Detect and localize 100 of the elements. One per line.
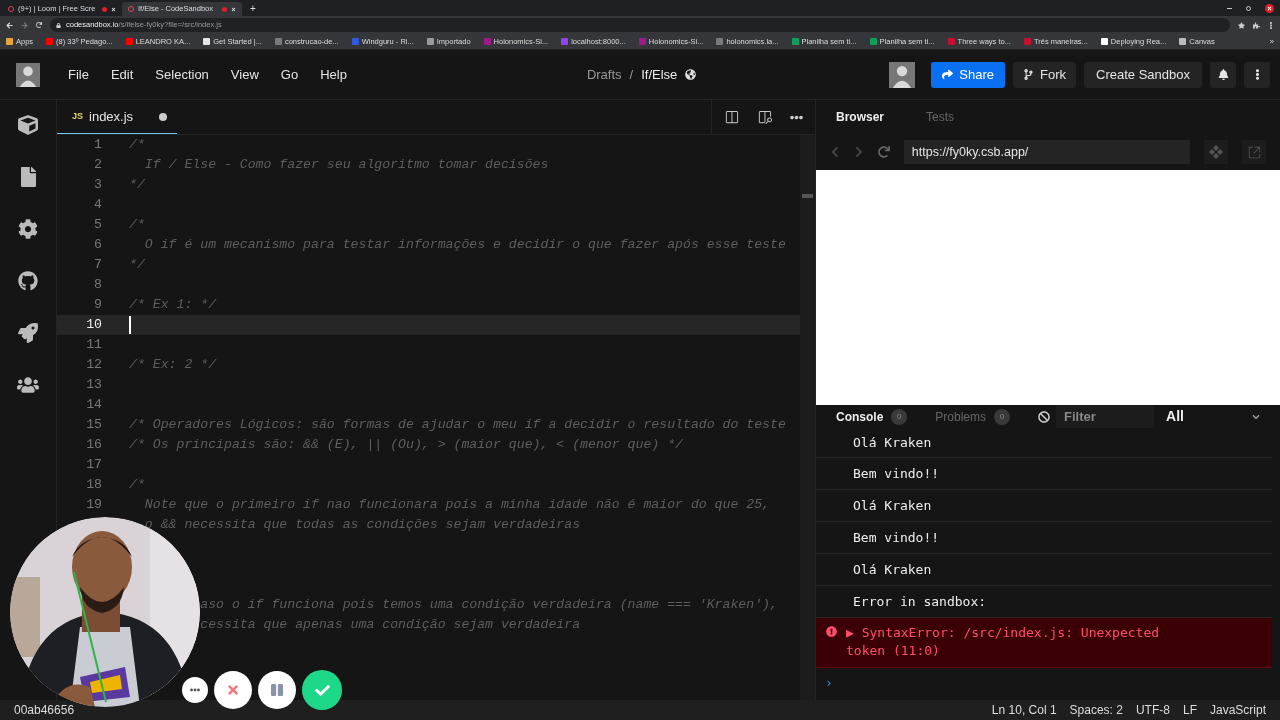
recording-icon <box>222 6 227 12</box>
console-message: Error in sandbox: <box>853 592 987 611</box>
bookmark-star-icon[interactable] <box>1238 21 1245 29</box>
line-number: 6 <box>94 236 102 255</box>
forward-icon[interactable] <box>21 21 28 29</box>
menu-item[interactable]: View <box>230 64 259 85</box>
console-message: Bem vindo!! <box>853 464 940 483</box>
menu-item[interactable]: Go <box>280 64 299 85</box>
scrollbar-thumb[interactable] <box>802 194 813 198</box>
more-button[interactable] <box>1244 61 1270 88</box>
close-icon[interactable] <box>231 6 236 12</box>
split-view-icon[interactable] <box>724 109 739 125</box>
create-sandbox-button[interactable]: Create Sandbox <box>1084 61 1202 88</box>
line-number: 1 <box>94 136 102 155</box>
bell-icon <box>1217 69 1229 80</box>
panel-tab[interactable]: Browser <box>836 108 885 126</box>
status-item[interactable]: UTF-8 <box>1135 701 1170 719</box>
avatar-icon <box>889 61 916 88</box>
status-item[interactable]: Ln 10, Col 1 <box>991 701 1057 719</box>
code-comment: /* <box>129 216 145 235</box>
code-comment: aso o if funciona pois temos uma condição verdadeira (name === 'Kraken'), <box>199 596 778 615</box>
console-input-field[interactable]: › <box>825 673 1265 693</box>
log-level-dropdown[interactable]: All <box>1154 406 1260 427</box>
globe-icon <box>685 69 697 80</box>
menu-item[interactable]: Edit <box>110 64 134 85</box>
code-comment: /* Operadores Lógicos: são formas de ajudar o meu if a decidir o resultado do teste <box>129 416 786 435</box>
back-icon[interactable] <box>6 21 13 29</box>
line-number: 2 <box>94 156 102 175</box>
line-number: 7 <box>94 256 102 275</box>
code-comment: /* Ex 1: */ <box>129 296 217 315</box>
fork-icon <box>1023 69 1035 80</box>
reload-icon[interactable] <box>36 22 42 28</box>
settings-icon[interactable] <box>18 219 38 239</box>
line-number: 13 <box>86 376 102 395</box>
recording-icon <box>102 6 107 12</box>
status-item[interactable]: LF <box>1182 701 1197 719</box>
users-icon[interactable] <box>17 375 39 395</box>
line-number: 3 <box>94 176 102 195</box>
refresh-icon[interactable] <box>877 146 890 158</box>
code-comment: /* Os principais são: && (E), || (Ou), > (maior que), < (menor que) */ <box>129 436 683 455</box>
line-number: 15 <box>86 416 102 435</box>
pause-icon <box>271 683 283 697</box>
code-comment: Note que o primeiro if nao funcionara pois a minha idade não é maior do que 25, <box>143 496 771 515</box>
url-field[interactable]: https://fy0ky.csb.app/ <box>903 140 1191 164</box>
console-message: Bem vindo!! <box>853 528 940 547</box>
extensions-icon[interactable] <box>1253 21 1260 29</box>
line-number: 10 <box>86 316 102 335</box>
line-number: 16 <box>86 436 102 455</box>
avatar-icon <box>16 62 40 87</box>
menu-icon[interactable] <box>1268 21 1274 29</box>
console-message: Olá Kraken <box>853 433 932 452</box>
share-button[interactable]: Share <box>931 61 1006 88</box>
code-comment: cessita que apenas uma condição sejam verdadeira <box>199 616 581 635</box>
breadcrumb-separator: / <box>629 65 634 84</box>
menu-item[interactable]: Selection <box>155 64 209 85</box>
status-item[interactable]: JavaScript <box>1209 701 1266 719</box>
filter-field[interactable]: Filter <box>1056 405 1155 428</box>
check-icon <box>314 682 330 698</box>
line-number: 12 <box>86 356 102 375</box>
notifications-button[interactable] <box>1210 61 1236 88</box>
line-number: 5 <box>94 216 102 235</box>
file-icon[interactable] <box>19 167 37 187</box>
github-icon[interactable] <box>18 271 38 291</box>
code-comment: O if é um mecanismo para testar informações e decidir o que fazer após esse teste <box>143 236 786 255</box>
line-number: 8 <box>94 276 102 295</box>
error-icon <box>826 626 837 637</box>
close-icon[interactable] <box>111 6 116 12</box>
console-message: Olá Kraken <box>853 496 932 515</box>
breadcrumb-link[interactable]: Drafts <box>586 64 622 85</box>
line-number: 18 <box>86 476 102 495</box>
lock-icon <box>56 22 61 28</box>
line-number: 14 <box>86 396 102 415</box>
line-number: 9 <box>94 296 102 315</box>
text-cursor <box>129 316 131 334</box>
file-tab[interactable]: JS index.js <box>57 100 177 134</box>
close-window-button[interactable] <box>1265 4 1274 13</box>
recording-id: 00ab46656 <box>14 702 75 719</box>
sandbox-name: If/Else <box>641 65 678 84</box>
line-number: 11 <box>86 336 102 355</box>
close-icon <box>226 683 240 697</box>
line-number: 4 <box>94 196 102 215</box>
console-message: Olá Kraken <box>853 560 932 579</box>
line-number: 19 <box>86 496 102 515</box>
code-comment: /* Ex: 2 */ <box>129 356 217 375</box>
status-item[interactable]: Spaces: 2 <box>1069 701 1123 719</box>
share-icon <box>942 69 954 80</box>
preview-icon[interactable] <box>757 109 772 125</box>
code-comment: /* <box>129 136 145 155</box>
clear-console-icon[interactable] <box>1038 410 1051 423</box>
menu-item[interactable]: File <box>68 64 89 85</box>
menu-item[interactable]: Help <box>320 64 347 85</box>
rocket-icon[interactable] <box>18 323 38 343</box>
code-comment: */ <box>129 256 145 275</box>
devtools-icon[interactable] <box>1204 140 1229 164</box>
new-tab-button[interactable]: + <box>250 4 256 14</box>
code-comment: If / Else - Como fazer seu algoritmo tomar decisões <box>143 156 549 175</box>
fork-button[interactable]: Fork <box>1013 61 1077 88</box>
code-comment: /* <box>129 476 145 495</box>
cube-icon[interactable] <box>18 115 38 135</box>
chevron-down-icon <box>1252 412 1260 421</box>
